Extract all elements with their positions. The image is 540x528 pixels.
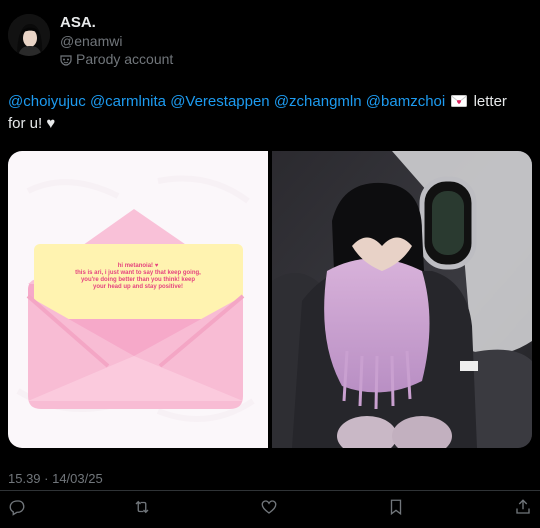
author-handle[interactable]: @enamwi [60,33,122,49]
retweet-button[interactable] [131,498,153,520]
bookmark-icon [387,498,405,521]
mention-link[interactable]: @zchangmln [274,93,362,110]
mention-link[interactable]: @choiyujuc [8,93,86,110]
letter-text: hi metanoia! ♥ this is ari, i just want … [38,263,238,291]
airplane-photo[interactable] [272,151,532,448]
author-name[interactable]: ASA. [60,14,96,31]
share-button[interactable] [512,498,534,520]
divider [0,490,540,491]
parody-label: Parody account [60,51,173,67]
envelope-image[interactable]: hi metanoia! ♥ this is ari, i just want … [8,151,268,448]
reply-icon [8,498,26,521]
mask-icon [60,53,72,66]
mention-link[interactable]: @Verestappen [170,93,269,110]
like-icon [260,498,278,521]
avatar[interactable] [8,14,50,56]
tweet-text-line2: for u! ♥ [8,115,56,132]
bookmark-button[interactable] [385,498,407,520]
media-grid[interactable]: hi metanoia! ♥ this is ari, i just want … [8,151,532,448]
letter-greeting: hi metanoia! ♥ [117,263,159,269]
tweet-timestamp[interactable]: 15.39 · 14/03/25 [8,471,103,486]
letter-line: your head up and stay positive! [92,284,184,290]
retweet-icon [133,498,151,521]
reply-button[interactable] [6,498,28,520]
mention-link[interactable]: @bamzchoi [366,93,445,110]
parody-label-text: Parody account [76,51,174,67]
tweet-text-end: letter [473,93,507,110]
tweet-text: @choiyujuc @carmlnita @Verestappen @zcha… [8,91,528,135]
like-button[interactable] [258,498,280,520]
share-icon [514,498,532,521]
letter-line: this is ari, i just want to say that kee… [75,270,201,276]
letter-line: you're doing better than you think! keep [80,277,196,283]
mention-link[interactable]: @carmlnita [90,93,166,110]
love-letter-emoji [451,92,468,107]
